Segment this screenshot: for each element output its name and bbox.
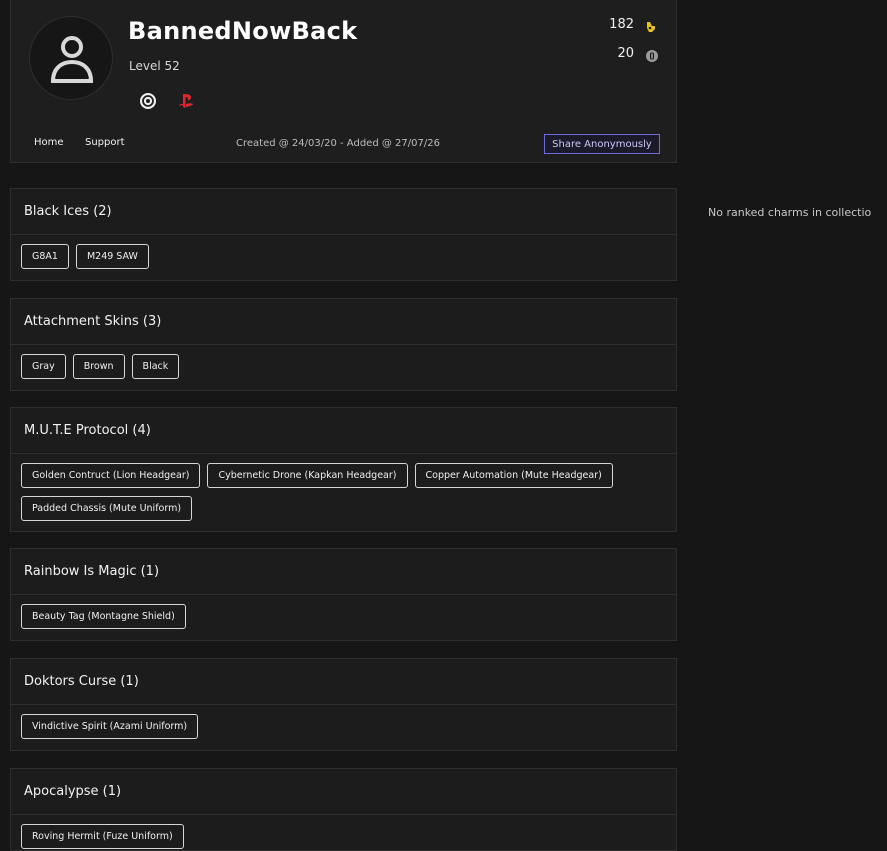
collection-section: Doktors Curse (1) Vindictive Spirit (Aza…	[10, 658, 677, 751]
item-tag[interactable]: Padded Chassis (Mute Uniform)	[21, 496, 193, 521]
item-tag[interactable]: G8A1	[21, 244, 69, 269]
section-items: Vindictive Spirit (Azami Uniform)	[11, 705, 676, 739]
section-title: M.U.T.E Protocol (4)	[11, 408, 676, 454]
collection-section: Rainbow Is Magic (1) Beauty Tag (Montagn…	[10, 548, 677, 641]
section-title: Rainbow Is Magic (1)	[11, 549, 676, 595]
charm-icon	[644, 19, 658, 33]
coin-icon	[645, 48, 659, 62]
section-items: Roving Hermit (Fuze Uniform)	[11, 815, 676, 849]
item-tag[interactable]: Gray	[21, 354, 66, 379]
section-title: Attachment Skins (3)	[11, 299, 676, 345]
section-title: Doktors Curse (1)	[11, 659, 676, 705]
playstation-icon[interactable]	[176, 91, 196, 111]
created-date: Created @ 24/03/20 - Added @ 27/07/26	[236, 138, 440, 149]
item-tag[interactable]: Black	[131, 354, 180, 379]
charm-count: 182	[609, 17, 634, 32]
collection-section: Black Ices (2) G8A1 M249 SAW	[10, 188, 677, 281]
profile-card: BannedNowBack Level 52 182 20 Home Suppo…	[10, 0, 677, 163]
avatar	[29, 16, 113, 100]
item-tag[interactable]: Copper Automation (Mute Headgear)	[414, 463, 613, 488]
item-tag[interactable]: Brown	[72, 354, 125, 379]
section-title: Black Ices (2)	[11, 189, 676, 235]
coin-count: 20	[617, 46, 634, 61]
nav-support[interactable]: Support	[85, 137, 125, 148]
item-tag[interactable]: Golden Contruct (Lion Headgear)	[21, 463, 201, 488]
item-tag[interactable]: Beauty Tag (Montagne Shield)	[21, 604, 186, 629]
section-items: Beauty Tag (Montagne Shield)	[11, 595, 676, 629]
nav-home[interactable]: Home	[34, 137, 64, 148]
item-tag[interactable]: Vindictive Spirit (Azami Uniform)	[21, 714, 199, 739]
collection-section: Apocalypse (1) Roving Hermit (Fuze Unifo…	[10, 768, 677, 851]
item-tag[interactable]: M249 SAW	[75, 244, 149, 269]
collection-section: M.U.T.E Protocol (4) Golden Contruct (Li…	[10, 407, 677, 532]
section-items: G8A1 M249 SAW	[11, 235, 676, 269]
ubisoft-icon[interactable]	[138, 91, 158, 111]
ranked-charms-note: No ranked charms in collectio	[708, 206, 872, 219]
user-icon	[50, 36, 94, 83]
username: BannedNowBack	[128, 17, 358, 45]
collection-section: Attachment Skins (3) Gray Brown Black	[10, 298, 677, 391]
section-title: Apocalypse (1)	[11, 769, 676, 815]
section-items: Golden Contruct (Lion Headgear) Cybernet…	[11, 454, 676, 521]
player-level: Level 52	[129, 59, 180, 73]
item-tag[interactable]: Roving Hermit (Fuze Uniform)	[21, 824, 184, 849]
section-items: Gray Brown Black	[11, 345, 676, 379]
share-anonymously-button[interactable]: Share Anonymously	[544, 134, 660, 154]
item-tag[interactable]: Cybernetic Drone (Kapkan Headgear)	[207, 463, 408, 488]
